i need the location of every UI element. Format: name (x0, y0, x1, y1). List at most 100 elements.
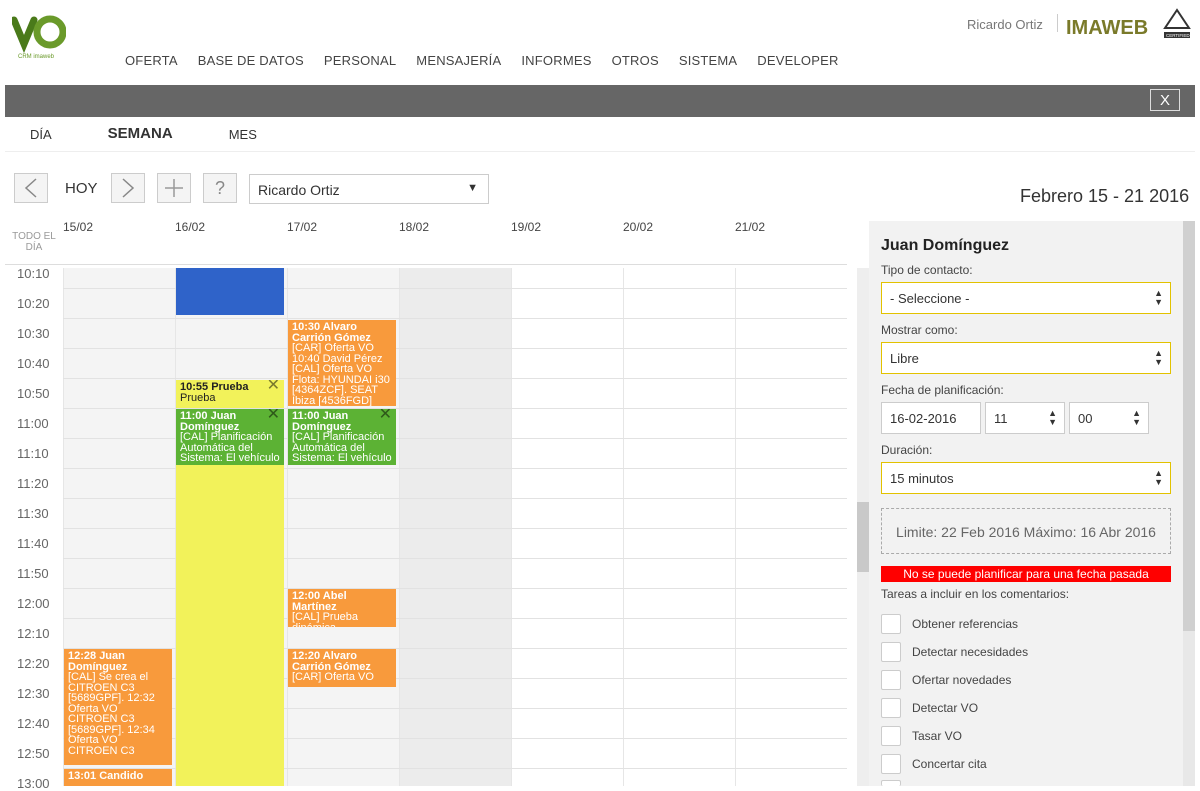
event-juan-1100-16[interactable]: 11:00 Juan Domínguez [CAL] Planificación… (176, 409, 284, 465)
event-juan-1228[interactable]: 12:28 Juan Domínguez [CAL] Se crea el CI… (64, 649, 172, 765)
event-title: 12:00 Abel Martínez (292, 590, 347, 613)
time-label: 10:20 (17, 296, 50, 311)
nav-mensajeria[interactable]: MENSAJERÍA (416, 53, 501, 68)
day-header-18[interactable]: 18/02 (399, 220, 429, 234)
today-button[interactable]: HOY (65, 180, 98, 197)
day-header-17[interactable]: 17/02 (287, 220, 317, 234)
calendar-grid[interactable]: 10:30 Alvaro Carrión Gómez [CAR] Oferta … (63, 268, 847, 786)
crm-logo[interactable]: CRM imaweb (10, 14, 67, 60)
tasks-label: Tareas a incluir en los comentarios: (881, 587, 1070, 601)
task-checkbox-necesidades[interactable] (881, 642, 901, 662)
date-range-title: Febrero 15 - 21 2016 (1020, 186, 1190, 206)
tab-dia[interactable]: DÍA (30, 127, 52, 142)
duration-select[interactable]: 15 minutos ▲ ▼ (881, 462, 1171, 494)
user-name[interactable]: Ricardo Ortiz (967, 17, 1043, 32)
help-button[interactable]: ? (203, 173, 237, 203)
time-label: 10:10 (17, 266, 50, 281)
next-button[interactable] (111, 173, 145, 203)
main-nav: OFERTA BASE DE DATOS PERSONAL MENSAJERÍA… (125, 53, 839, 68)
header-divider (1057, 14, 1058, 32)
time-label: 12:50 (17, 746, 50, 761)
close-icon[interactable]: ✕ (267, 409, 280, 422)
event-body: [CAR] Oferta VO 10:40 David Pérez [CAL] … (292, 342, 390, 407)
hour-select[interactable]: 11 ▲ ▼ (985, 402, 1065, 434)
close-icon[interactable]: ✕ (267, 380, 280, 393)
time-label: 11:20 (17, 476, 49, 491)
event-body: [CAL] Prueba dinámica (292, 611, 359, 628)
day-header-15[interactable]: 15/02 (63, 220, 93, 234)
nav-base-de-datos[interactable]: BASE DE DATOS (198, 53, 304, 68)
event-title: 12:20 Alvaro Carrión Gómez (292, 650, 371, 673)
task-checkbox-novedades[interactable] (881, 670, 901, 690)
task-label: Tasar VO (912, 729, 963, 743)
tab-mes[interactable]: MES (229, 127, 257, 142)
close-icon[interactable]: ✕ (379, 409, 392, 422)
nav-personal[interactable]: PERSONAL (324, 53, 396, 68)
select-arrows-icon: ▲ ▼ (1154, 288, 1163, 307)
event-abel-1200[interactable]: 12:00 Abel Martínez [CAL] Prueba dinámic… (288, 589, 396, 627)
nav-developer[interactable]: DEVELOPER (757, 53, 838, 68)
contact-type-select[interactable]: - Seleccione - ▲ ▼ (881, 282, 1171, 314)
minute-select[interactable]: 00 ▲ ▼ (1069, 402, 1149, 434)
grid-line (63, 318, 847, 319)
prev-button[interactable] (14, 173, 48, 203)
show-as-select[interactable]: Libre ▲ ▼ (881, 342, 1171, 374)
panel-scrollbar-thumb[interactable] (1183, 221, 1195, 631)
task-checkbox-detectar-vo[interactable] (881, 698, 901, 718)
task-label: Detectar necesidades (912, 645, 1029, 659)
task-checkbox-concertar-cita[interactable] (881, 754, 901, 774)
time-label: 12:10 (17, 626, 50, 641)
nav-sistema[interactable]: SISTEMA (679, 53, 737, 68)
time-label: 11:30 (17, 506, 49, 521)
tab-semana[interactable]: SEMANA (108, 125, 173, 142)
calendar-scrollbar-thumb[interactable] (857, 502, 869, 572)
event-alvaro-1030[interactable]: 10:30 Alvaro Carrión Gómez [CAR] Oferta … (288, 320, 396, 406)
event-prueba-duration[interactable] (176, 464, 284, 786)
close-button[interactable]: X (1150, 89, 1180, 111)
time-label: 12:00 (17, 596, 50, 611)
event-title: 11:00 Juan Domínguez (292, 410, 352, 433)
select-arrows-icon: ▲ ▼ (1154, 468, 1163, 487)
user-select-value: Ricardo Ortiz (258, 182, 340, 198)
nav-informes[interactable]: INFORMES (521, 53, 591, 68)
contact-type-label: Tipo de contacto: (881, 263, 973, 277)
top-toolbar-bar (5, 85, 1195, 117)
event-body: [CAL] Planificación Automática del Siste… (180, 431, 280, 464)
event-body: [CAR] Oferta VO (292, 671, 374, 683)
tabs-divider (5, 151, 1195, 152)
event-prueba[interactable]: 10:55 Prueba Prueba ✕ (176, 380, 284, 408)
event-title: 10:30 Alvaro Carrión Gómez (292, 321, 371, 344)
hour-value: 11 (994, 411, 1008, 426)
time-label: 12:40 (17, 716, 50, 731)
day-header-21[interactable]: 21/02 (735, 220, 765, 234)
event-juan-1100-17[interactable]: 11:00 Juan Domínguez [CAL] Planificación… (288, 409, 396, 465)
task-label: Ofertar novedades (912, 673, 1012, 687)
task-label: Detectar VO (912, 701, 979, 715)
event-body: [CAL] Se crea el CITROEN C3 [5689GPF]. 1… (68, 671, 155, 757)
task-checkbox-referencias[interactable] (881, 614, 901, 634)
error-alert: No se puede planificar para una fecha pa… (881, 566, 1171, 582)
nav-otros[interactable]: OTROS (612, 53, 659, 68)
task-label: Obtener referencias (912, 617, 1019, 631)
event-candido-1301[interactable]: 13:01 Candido (64, 769, 172, 786)
add-event-button[interactable] (157, 173, 191, 203)
time-label: 10:30 (17, 326, 50, 341)
task-checkbox-more[interactable] (881, 780, 901, 786)
day-header-16[interactable]: 16/02 (175, 220, 205, 234)
time-label: 13:00 (17, 776, 50, 791)
event-title: 12:28 Juan Domínguez (68, 650, 128, 673)
svg-text:CRM imaweb: CRM imaweb (18, 54, 55, 60)
event-blue[interactable] (176, 268, 284, 315)
task-checkbox-tasar-vo[interactable] (881, 726, 901, 746)
time-label: 10:50 (17, 386, 50, 401)
plus-icon (165, 179, 183, 197)
event-alvaro-1220[interactable]: 12:20 Alvaro Carrión Gómez [CAR] Oferta … (288, 649, 396, 687)
date-input[interactable]: 16-02-2016 (881, 402, 981, 434)
user-select[interactable]: Ricardo Ortiz ▼ (249, 174, 489, 204)
time-label: 10:40 (17, 356, 50, 371)
day-header-19[interactable]: 19/02 (511, 220, 541, 234)
panel-title: Juan Domínguez (881, 237, 1010, 254)
select-arrows-icon: ▲ ▼ (1048, 408, 1057, 427)
nav-oferta[interactable]: OFERTA (125, 53, 178, 68)
day-header-20[interactable]: 20/02 (623, 220, 653, 234)
